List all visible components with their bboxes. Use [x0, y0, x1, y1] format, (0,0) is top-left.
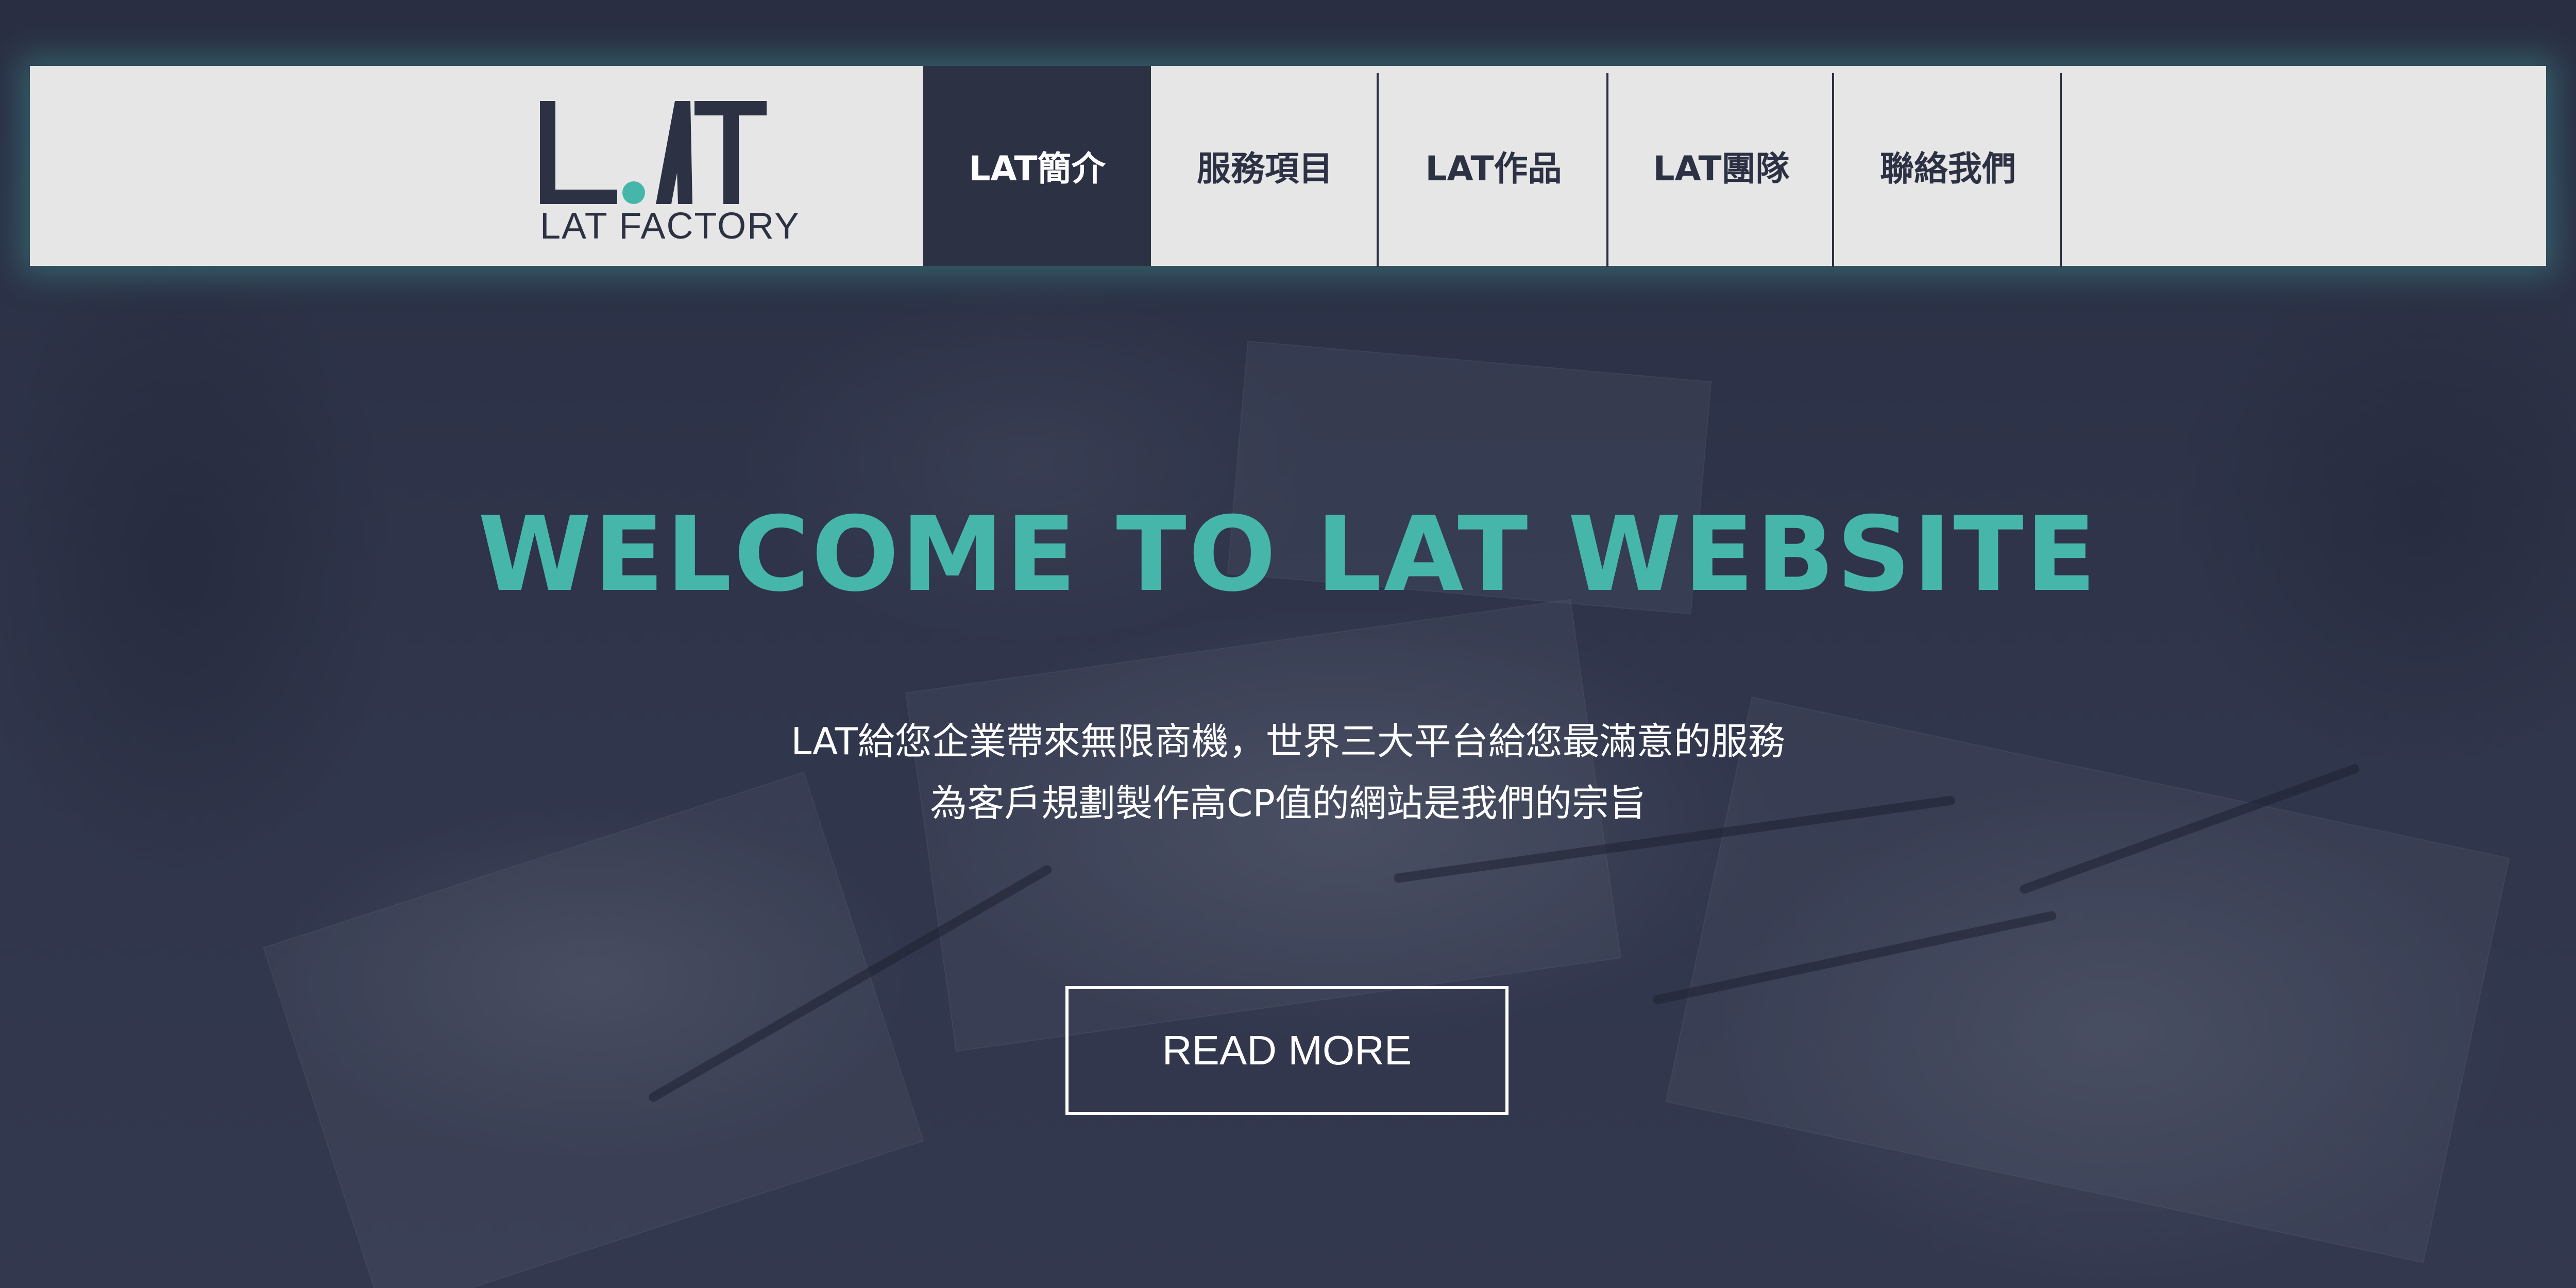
read-more-label: READ MORE	[1162, 1027, 1412, 1073]
page: LAT FACTORY LAT簡介 服務項目 LAT作品 LAT團隊 聯絡我們	[0, 0, 2576, 1288]
logo[interactable]: LAT FACTORY	[509, 81, 800, 251]
read-more-button[interactable]: READ MORE	[1065, 986, 1509, 1115]
nav-item-label: LAT團隊	[1653, 149, 1790, 189]
nav-item-team[interactable]: LAT團隊	[1608, 66, 1834, 267]
logo-mark-icon	[540, 101, 767, 204]
nav-item-label: 聯絡我們	[1880, 149, 2016, 189]
site-header: LAT FACTORY LAT簡介 服務項目 LAT作品 LAT團隊 聯絡我們	[30, 66, 2546, 267]
hero-title: WELCOME TO LAT WEBSITE	[478, 495, 2098, 615]
nav-item-label: LAT作品	[1425, 149, 1562, 189]
hero-subtitle-line-2: 為客戶規劃製作高CP值的網站是我們的宗旨	[930, 782, 1646, 825]
logo-text: LAT FACTORY	[540, 206, 800, 247]
nav-item-works[interactable]: LAT作品	[1379, 66, 1608, 267]
nav-item-services[interactable]: 服務項目	[1151, 66, 1379, 267]
nav-item-contact[interactable]: 聯絡我們	[1834, 66, 2062, 267]
nav-item-about[interactable]: LAT簡介	[923, 66, 1151, 266]
nav-item-label: 服務項目	[1197, 149, 1333, 189]
nav-item-label: LAT簡介	[969, 149, 1106, 189]
nav-divider	[2060, 73, 2062, 267]
hero-subtitle-line-1: LAT給您企業帶來無限商機，世界三大平台給您最滿意的服務	[791, 720, 1785, 763]
main-nav: LAT簡介 服務項目 LAT作品 LAT團隊 聯絡我們	[923, 66, 2062, 267]
